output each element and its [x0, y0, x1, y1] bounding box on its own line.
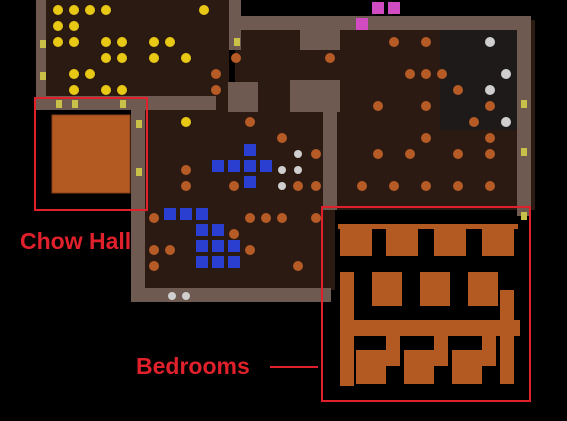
bedrooms-label: Bedrooms	[136, 353, 250, 379]
chow-hall-floor	[51, 114, 131, 194]
chow-hall-label: Chow Hall	[20, 228, 132, 254]
fortress-map-view[interactable]: Chow Hall Bedrooms	[0, 0, 567, 421]
fortress-map[interactable]	[0, 0, 567, 421]
bedroom-block	[338, 224, 520, 386]
